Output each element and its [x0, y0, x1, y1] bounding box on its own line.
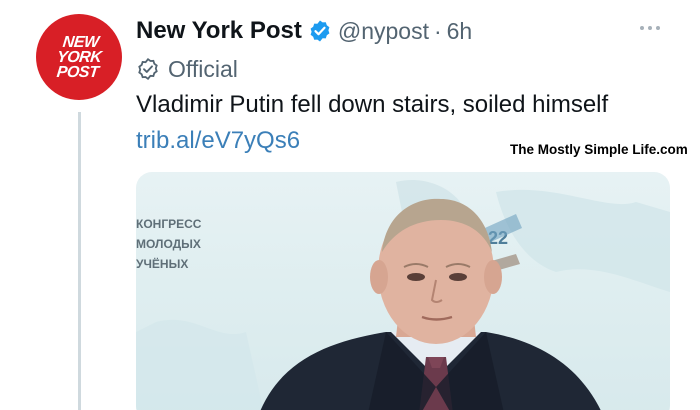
tweet-text: Vladimir Putin fell down stairs, soiled … [136, 91, 609, 118]
backdrop-text-2: МОЛОДЫХ [136, 237, 201, 251]
media-photo: КОНГРЕСС МОЛОДЫХ УЧЁНЫХ 22 [136, 180, 670, 410]
avatar-logo: NEW YORK POST [55, 33, 104, 81]
tweet-header: New York Post @nypost · 6h [136, 14, 472, 48]
media-image[interactable]: КОНГРЕСС МОЛОДЫХ УЧЁНЫХ 22 [136, 172, 670, 410]
avatar-line-3: POST [55, 63, 100, 81]
avatar[interactable]: NEW YORK POST [36, 14, 122, 100]
official-label-row: Official [136, 54, 238, 84]
watermark: The Mostly Simple Life.com [510, 142, 688, 157]
thread-line [78, 112, 81, 410]
handle[interactable]: @nypost [338, 18, 429, 45]
official-check-icon [136, 57, 160, 81]
tweet-link[interactable]: trib.al/eV7yQs6 [136, 127, 300, 155]
display-name[interactable]: New York Post [136, 17, 302, 45]
more-icon[interactable] [640, 22, 668, 34]
timestamp[interactable]: 6h [447, 18, 473, 45]
avatar-line-2: YORK [55, 48, 103, 66]
separator-dot: · [433, 17, 442, 44]
backdrop-text-3: УЧЁНЫХ [136, 256, 188, 271]
tweet: NEW YORK POST New York Post @nypost · 6h… [0, 0, 700, 410]
backdrop-text-1: КОНГРЕСС [136, 217, 202, 231]
verified-badge-icon [308, 19, 332, 43]
avatar-line-1: NEW [61, 33, 100, 51]
official-label: Official [168, 55, 238, 82]
